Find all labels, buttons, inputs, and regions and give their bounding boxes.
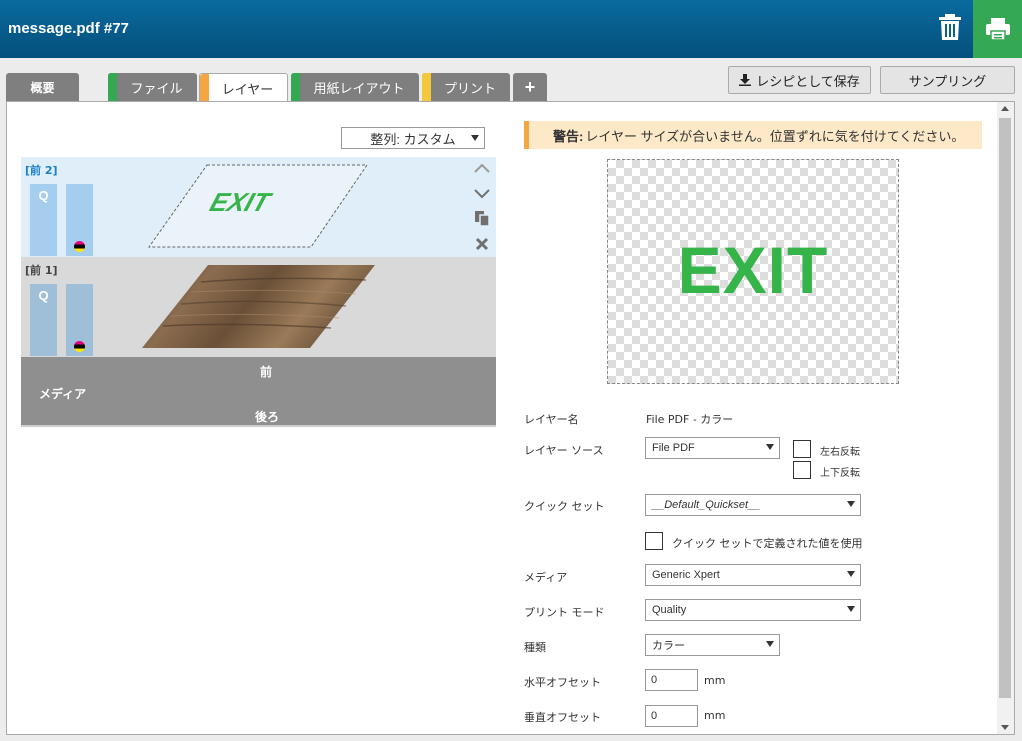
scroll-up-icon[interactable] xyxy=(1001,106,1009,111)
close-icon[interactable] xyxy=(475,237,489,251)
h-offset-label: 水平オフセット xyxy=(524,676,601,689)
plus-icon: + xyxy=(524,76,536,97)
scroll-thumb[interactable] xyxy=(999,118,1011,698)
layer-source-select[interactable]: File PDF xyxy=(645,437,780,459)
type-label: 種類 xyxy=(524,641,546,654)
warning-text: レイヤー サイズが合いません。位置ずれに気を付けてください。 xyxy=(585,128,965,144)
quickset-label: クイック セット xyxy=(524,500,605,513)
tab-overview[interactable]: 概要 xyxy=(6,73,79,101)
download-icon xyxy=(739,74,752,86)
chevron-up-icon[interactable] xyxy=(474,163,490,173)
back-label: 後ろ xyxy=(255,410,280,424)
cmyk-icon xyxy=(74,341,85,352)
v-offset-label: 垂直オフセット xyxy=(524,711,601,724)
quality-strip: Q xyxy=(30,184,57,256)
layer-name-label: レイヤー名 xyxy=(524,413,579,426)
layer-row-front-1[interactable]: [前 1] Q xyxy=(21,257,496,357)
print-mode-select[interactable]: Quality xyxy=(645,599,861,621)
media-bar: 前 メディア 後ろ xyxy=(21,357,496,427)
thumbnail-exit-text: EXIT xyxy=(206,187,274,217)
color-strip xyxy=(66,184,93,256)
use-quickset-checkbox[interactable] xyxy=(645,532,663,550)
save-recipe-button[interactable]: レシピとして保存 xyxy=(728,66,871,94)
align-select[interactable]: 整列: カスタム xyxy=(341,127,485,149)
layer-size-warning: 警告: レイヤー サイズが合いません。位置ずれに気を付けてください。 xyxy=(524,121,982,149)
wood-thumbnail xyxy=(142,265,375,348)
v-offset-unit: mm xyxy=(704,709,726,722)
type-select[interactable]: カラー xyxy=(645,634,780,656)
sampling-button[interactable]: サンプリング xyxy=(880,66,1015,94)
trash-icon[interactable] xyxy=(937,13,963,41)
color-strip xyxy=(66,284,93,356)
use-quickset-label: クイック セットで定義された値を使用 xyxy=(672,537,863,550)
add-tab-button[interactable]: + xyxy=(513,73,547,101)
flip-vertical-checkbox[interactable] xyxy=(793,461,811,479)
layer-source-label: レイヤー ソース xyxy=(524,444,604,457)
vertical-scrollbar[interactable] xyxy=(997,102,1014,734)
printer-icon xyxy=(985,18,1010,41)
layer-row-front-2[interactable]: [前 2] Q EXIT xyxy=(21,157,496,257)
media-field-label: メディア xyxy=(524,571,568,584)
quality-strip: Q xyxy=(30,284,57,356)
flip-horizontal-label: 左右反転 xyxy=(820,447,860,458)
tab-print[interactable]: プリント xyxy=(422,73,510,101)
layer-label: [前 1] xyxy=(25,264,58,277)
flip-vertical-label: 上下反転 xyxy=(820,468,860,479)
scroll-down-icon[interactable] xyxy=(1001,725,1009,730)
quickset-select[interactable]: __Default_Quickset__ xyxy=(645,494,861,516)
flip-horizontal-checkbox[interactable] xyxy=(793,440,811,458)
chevron-down-icon[interactable] xyxy=(474,189,490,199)
print-mode-label: プリント モード xyxy=(524,606,605,619)
cmyk-icon xyxy=(74,241,85,252)
window-title: message.pdf #77 xyxy=(8,20,129,37)
h-offset-input[interactable] xyxy=(645,669,698,691)
tab-file[interactable]: ファイル xyxy=(108,73,197,101)
front-label: 前 xyxy=(260,365,273,379)
tab-layer[interactable]: レイヤー xyxy=(199,73,288,102)
preview-exit-text: EXIT xyxy=(677,233,829,307)
layer-label: [前 2] xyxy=(25,164,58,177)
warning-title: 警告: xyxy=(553,128,584,144)
media-select[interactable]: Generic Xpert xyxy=(645,564,861,586)
copy-icon[interactable] xyxy=(474,210,490,226)
layer-name-value: File PDF - カラー xyxy=(646,413,734,426)
h-offset-unit: mm xyxy=(704,674,726,687)
v-offset-input[interactable] xyxy=(645,705,698,727)
layer-preview: EXIT xyxy=(607,159,899,384)
tab-paper-layout[interactable]: 用紙レイアウト xyxy=(291,73,419,101)
print-button[interactable] xyxy=(973,0,1022,58)
app-header: message.pdf #77 xyxy=(0,0,1022,58)
media-label: メディア xyxy=(39,387,87,401)
